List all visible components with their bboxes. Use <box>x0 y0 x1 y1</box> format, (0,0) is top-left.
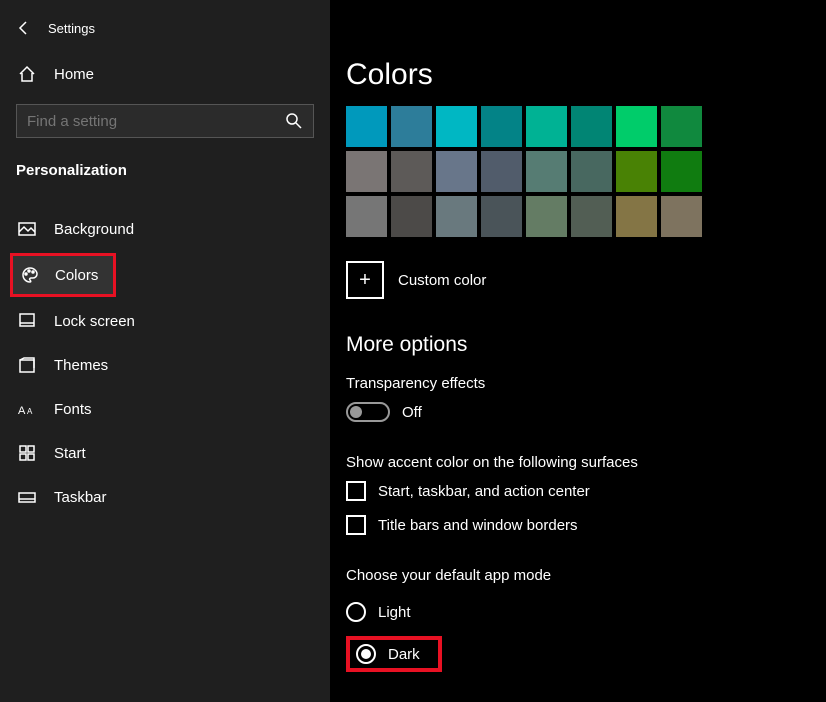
radio-light[interactable]: Light <box>346 594 806 630</box>
color-swatch[interactable] <box>526 106 567 147</box>
nav-colors-highlight: Colors <box>10 253 116 297</box>
lock-screen-icon <box>18 312 36 330</box>
start-icon <box>18 444 36 462</box>
color-swatch[interactable] <box>661 151 702 192</box>
svg-text:A: A <box>27 407 33 416</box>
transparency-value: Off <box>402 404 422 421</box>
themes-icon <box>18 356 36 374</box>
plus-icon: + <box>359 270 371 290</box>
section-title: Personalization <box>0 144 330 189</box>
back-button[interactable] <box>0 20 48 36</box>
color-swatch[interactable] <box>571 196 612 237</box>
search-input[interactable] <box>27 113 285 130</box>
color-swatch[interactable] <box>346 151 387 192</box>
color-swatch[interactable] <box>481 196 522 237</box>
taskbar-icon <box>18 488 36 506</box>
app-title: Settings <box>48 21 95 36</box>
color-swatch[interactable] <box>481 151 522 192</box>
nav-start[interactable]: Start <box>0 431 330 475</box>
nav-label: Themes <box>54 357 108 374</box>
color-swatch[interactable] <box>436 196 477 237</box>
svg-text:A: A <box>18 405 26 417</box>
checkbox-start-taskbar[interactable] <box>346 481 366 501</box>
sidebar: Settings Home Personalization Background… <box>0 0 330 702</box>
custom-color-label: Custom color <box>398 272 486 289</box>
nav-label: Lock screen <box>54 313 135 330</box>
color-swatch[interactable] <box>571 151 612 192</box>
radio-icon <box>346 602 366 622</box>
radio-label: Light <box>378 604 411 621</box>
color-swatch[interactable] <box>526 196 567 237</box>
color-swatch[interactable] <box>616 151 657 192</box>
home-icon <box>18 65 36 83</box>
nav-label: Background <box>54 221 134 238</box>
content-pane: Colors + Custom color More options Trans… <box>330 0 826 702</box>
nav-colors[interactable]: Colors <box>13 256 113 294</box>
color-swatch-grid <box>346 106 806 237</box>
palette-icon <box>21 266 39 284</box>
nav-label: Taskbar <box>54 489 107 506</box>
color-swatch[interactable] <box>391 196 432 237</box>
color-swatch[interactable] <box>436 151 477 192</box>
custom-color-button[interactable]: + <box>346 261 384 299</box>
checkbox-title-bars[interactable] <box>346 515 366 535</box>
color-swatch[interactable] <box>616 106 657 147</box>
nav-background[interactable]: Background <box>0 207 330 251</box>
nav-label: Start <box>54 445 86 462</box>
transparency-toggle[interactable] <box>346 402 390 422</box>
nav-label: Fonts <box>54 401 92 418</box>
color-swatch[interactable] <box>661 196 702 237</box>
nav-lock-screen[interactable]: Lock screen <box>0 299 330 343</box>
color-swatch[interactable] <box>346 106 387 147</box>
fonts-icon: AA <box>18 400 36 418</box>
color-swatch[interactable] <box>616 196 657 237</box>
nav-list: Background Colors Lock screen Themes <box>0 207 330 519</box>
color-swatch[interactable] <box>391 151 432 192</box>
transparency-label: Transparency effects <box>346 375 806 392</box>
search-box[interactable] <box>16 104 314 138</box>
color-swatch[interactable] <box>391 106 432 147</box>
home-nav[interactable]: Home <box>0 54 330 94</box>
accent-surfaces-label: Show accent color on the following surfa… <box>346 454 806 471</box>
page-title: Colors <box>346 58 806 92</box>
radio-dark[interactable]: Dark <box>356 644 420 664</box>
color-swatch[interactable] <box>571 106 612 147</box>
radio-dark-highlight: Dark <box>346 636 442 672</box>
nav-taskbar[interactable]: Taskbar <box>0 475 330 519</box>
search-icon <box>285 112 303 130</box>
checkbox-label: Start, taskbar, and action center <box>378 483 590 500</box>
radio-icon-selected <box>356 644 376 664</box>
radio-label: Dark <box>388 646 420 663</box>
home-label: Home <box>54 66 94 83</box>
picture-icon <box>18 220 36 238</box>
color-swatch[interactable] <box>661 106 702 147</box>
color-swatch[interactable] <box>526 151 567 192</box>
nav-fonts[interactable]: AA Fonts <box>0 387 330 431</box>
color-swatch[interactable] <box>436 106 477 147</box>
back-arrow-icon <box>16 20 32 36</box>
nav-label: Colors <box>55 267 98 284</box>
more-options-heading: More options <box>346 333 806 357</box>
nav-themes[interactable]: Themes <box>0 343 330 387</box>
app-mode-label: Choose your default app mode <box>346 567 806 584</box>
color-swatch[interactable] <box>346 196 387 237</box>
color-swatch[interactable] <box>481 106 522 147</box>
checkbox-label: Title bars and window borders <box>378 517 578 534</box>
